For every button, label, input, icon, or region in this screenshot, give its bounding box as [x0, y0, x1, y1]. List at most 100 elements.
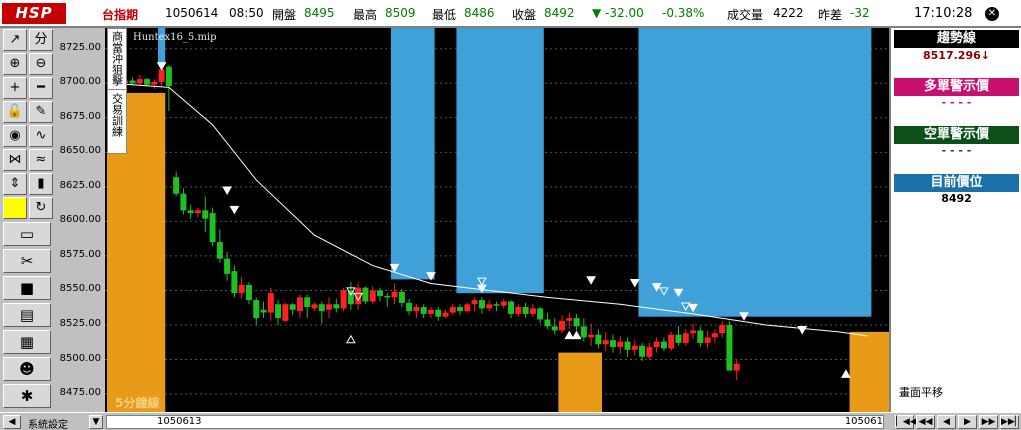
- long-zone: [849, 331, 889, 412]
- candle-body: [224, 258, 231, 274]
- candle-body: [566, 318, 573, 321]
- nav-button-5[interactable]: ▶▶▏: [1000, 415, 1021, 429]
- report-icon[interactable]: ▤: [3, 303, 51, 327]
- signal-panel: 趨勢線 8517.296↓ 多單警示價 - - - - 空單警示價 - - - …: [889, 28, 1021, 412]
- burst-icon[interactable]: ✱: [3, 384, 51, 408]
- scroll-left-button[interactable]: ◀: [3, 415, 21, 429]
- grid-icon[interactable]: ▦: [3, 330, 51, 354]
- open-value: 8495: [304, 6, 335, 20]
- candle-body: [420, 307, 427, 314]
- price-tick: 8625.00: [59, 179, 101, 191]
- price-tick: 8475.00: [59, 387, 101, 399]
- price-tick: 8675.00: [59, 110, 101, 122]
- zoom-in-icon[interactable]: ⊕: [3, 53, 27, 75]
- candle-body: [158, 69, 165, 82]
- candle-body: [668, 334, 675, 349]
- candle-body: [151, 81, 158, 85]
- candle-body: [282, 304, 289, 321]
- color-swatch-icon[interactable]: [3, 197, 27, 219]
- crosshair-icon[interactable]: +: [3, 77, 27, 99]
- candle-body: [719, 324, 726, 334]
- candle-body: [333, 304, 340, 309]
- nav-button-2[interactable]: ◀: [937, 415, 956, 429]
- scissors-icon[interactable]: ✂: [3, 249, 51, 273]
- close-icon[interactable]: ✕: [985, 7, 999, 21]
- quote-header: HSP 台指期 1050614 08:50 開盤 8495 最高 8509 最低…: [0, 0, 1021, 28]
- hline-icon[interactable]: ━: [29, 77, 53, 99]
- low-value: 8486: [464, 6, 495, 20]
- candle-body: [551, 326, 558, 331]
- candle-body: [129, 80, 136, 84]
- close-label: 收盤: [512, 8, 537, 22]
- candle-body: [529, 308, 536, 314]
- lock-icon[interactable]: 🔓: [3, 101, 27, 123]
- candle-body: [544, 319, 551, 327]
- candle-body: [631, 345, 638, 350]
- candle-body: [245, 284, 252, 301]
- candle-body: [304, 297, 311, 308]
- high-value: 8509: [385, 6, 416, 20]
- candle-body: [267, 293, 274, 313]
- quote-date: 1050614: [165, 6, 219, 20]
- candle-body: [595, 334, 602, 345]
- date-scroll[interactable]: 1050613 105061: [106, 415, 884, 429]
- updown-icon[interactable]: ⇕: [3, 173, 27, 195]
- nav-button-0[interactable]: ▏◀◀: [895, 415, 917, 429]
- candle-body: [639, 345, 646, 357]
- trend-line-icon[interactable]: ↗: [3, 29, 27, 51]
- cross-wave-icon[interactable]: ≈: [29, 149, 53, 171]
- candle-body: [275, 304, 282, 319]
- people-icon[interactable]: ☻: [3, 357, 51, 381]
- short-alert-title: 空單警示價: [894, 126, 1019, 144]
- split-icon[interactable]: 分: [29, 29, 53, 51]
- pattern-icon[interactable]: ⋈: [3, 149, 27, 171]
- stop-icon[interactable]: ■: [3, 276, 51, 300]
- trend-value: 8517.296↓: [923, 49, 990, 62]
- nav-button-4[interactable]: ▶▶: [979, 415, 998, 429]
- pan-label[interactable]: 畫面平移: [899, 384, 943, 400]
- refresh-icon[interactable]: ↻: [29, 197, 53, 219]
- candle-body: [478, 300, 485, 309]
- candle-body: [289, 304, 296, 310]
- close-value: 8492: [544, 6, 575, 20]
- dropdown-button[interactable]: ▼: [89, 415, 103, 429]
- change-pct: -0.38%: [662, 6, 705, 20]
- price-tick: 8700.00: [59, 76, 101, 88]
- price-tick: 8600.00: [59, 214, 101, 226]
- candle-body: [675, 334, 682, 343]
- candle-body: [187, 210, 194, 214]
- folder-icon[interactable]: ▭: [3, 222, 51, 246]
- candle-body: [413, 307, 420, 312]
- high-label: 最高: [353, 8, 378, 22]
- candle-body: [406, 302, 413, 312]
- candle-body: [398, 291, 405, 303]
- candle-body: [369, 290, 376, 302]
- short-zone: [638, 28, 872, 317]
- period-label: 5分鐘線: [115, 396, 160, 410]
- candle-body: [216, 242, 223, 259]
- candle-body: [704, 337, 711, 343]
- short-zone: [390, 28, 435, 280]
- candle-body: [144, 79, 151, 85]
- nav-button-3[interactable]: ▶: [958, 415, 977, 429]
- short-alert-value: - - - -: [941, 144, 972, 157]
- short-zone: [456, 28, 544, 294]
- candle-icon[interactable]: ▮: [29, 173, 53, 195]
- price-axis: 8725.00 8700.00 8675.00 8650.00 8625.00 8600.…: [57, 28, 105, 412]
- price-tick: 8500.00: [59, 352, 101, 364]
- candle-body: [559, 320, 565, 331]
- candle-body: [180, 193, 187, 211]
- candle-body: [377, 290, 383, 296]
- candle-body: [231, 271, 238, 294]
- system-settings[interactable]: 系統設定: [28, 416, 68, 430]
- pencil-icon[interactable]: ✎: [29, 101, 53, 123]
- nav-button-1[interactable]: ◀◀: [916, 415, 935, 429]
- candle-body: [660, 341, 667, 349]
- candlestick-chart[interactable]: [105, 28, 889, 412]
- candle-body: [471, 300, 478, 305]
- long-zone: [558, 352, 603, 412]
- wave-icon[interactable]: ∿: [29, 125, 53, 147]
- dial-icon[interactable]: ◉: [3, 125, 27, 147]
- bottom-bar: ◀ 系統設定 ▼ 1050613 105061 ▏◀◀ ◀◀ ◀ ▶ ▶▶ ▶▶▏: [0, 412, 1021, 430]
- zoom-out-icon[interactable]: ⊖: [29, 53, 53, 75]
